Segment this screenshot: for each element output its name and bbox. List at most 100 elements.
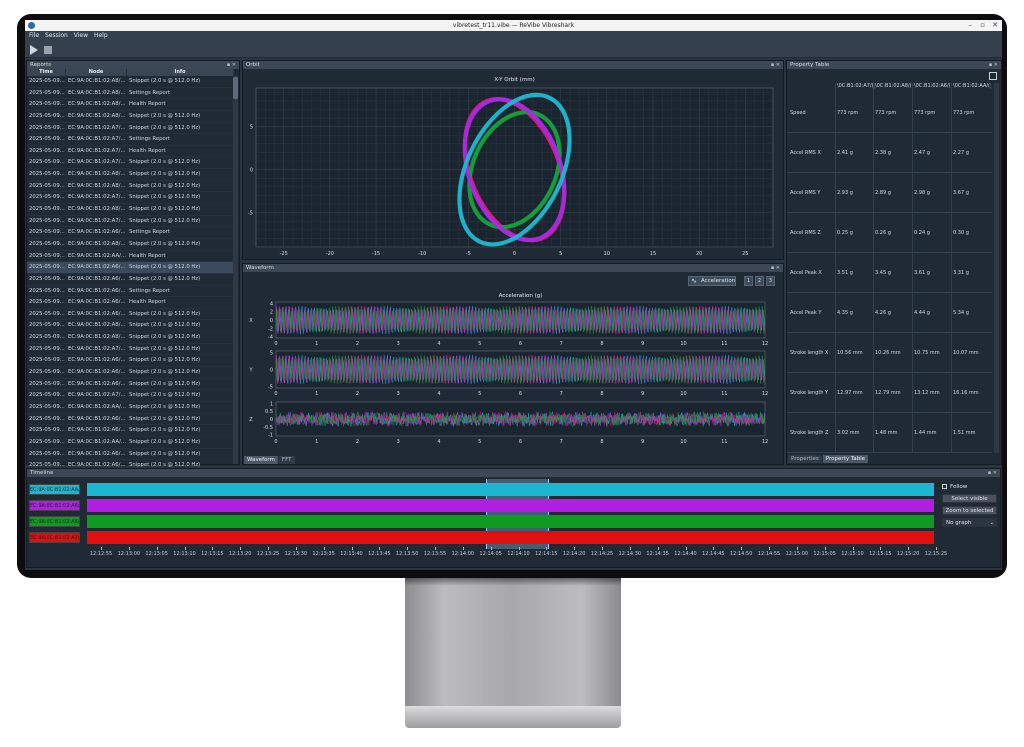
waveform-x-tick: 0 bbox=[274, 341, 277, 347]
menu-view[interactable]: View bbox=[74, 31, 88, 41]
report-row[interactable]: 2025-05-09... EC:9A:0C:B1:02:A6/... Snippe… bbox=[27, 379, 234, 391]
stop-icon[interactable] bbox=[44, 46, 52, 54]
dock-controls[interactable]: ▪ ✕ bbox=[771, 264, 780, 272]
property-col-header[interactable]: \0C:B1:02:AA/() bbox=[953, 83, 991, 89]
dock-controls[interactable]: ▪ ✕ bbox=[988, 469, 997, 477]
minimize-icon[interactable]: – bbox=[969, 22, 973, 29]
report-row[interactable]: 2025-05-09... EC:9A:0C:B1:02:A7/... Snippe… bbox=[27, 390, 234, 402]
report-row[interactable]: 2025-05-09... EC:9A:0C:B1:02:A6/... Settin… bbox=[27, 227, 234, 239]
timeline-tick-mark bbox=[657, 547, 659, 550]
property-row-label: Accel Peak X bbox=[790, 270, 822, 276]
select-visible-button[interactable]: Select visible bbox=[942, 494, 997, 503]
report-row[interactable]: 2025-05-09... EC:9A:0C:B1:02:A8/... Snippe… bbox=[27, 320, 234, 333]
report-row[interactable]: 2025-05-09... EC:9A:0C:B1:02:A6/... Snippe… bbox=[27, 274, 234, 286]
report-row[interactable]: 2025-05-09... EC:9A:0C:B1:02:AA/... Health… bbox=[27, 251, 234, 263]
timeline-tick-mark bbox=[713, 547, 715, 550]
sine-wave-icon: ∿ bbox=[691, 277, 697, 285]
col-header-info[interactable]: Info bbox=[127, 69, 234, 76]
zoom-to-selected-button[interactable]: Zoom to selected bbox=[942, 506, 997, 515]
property-col-header[interactable]: \0C:B1:02:A6/() bbox=[914, 83, 952, 89]
axis-button-3[interactable]: 3 bbox=[766, 276, 775, 286]
export-table-icon[interactable] bbox=[989, 72, 997, 80]
timeline-track-bar[interactable] bbox=[87, 515, 934, 528]
report-row[interactable]: 2025-05-09... EC:9A:0C:B1:02:A8/... Snippe… bbox=[27, 181, 234, 193]
report-row[interactable]: 2025-05-09... EC:9A:0C:B1:02:A6/... Snippe… bbox=[27, 425, 234, 437]
orbit-x-tick: 25 bbox=[742, 251, 748, 257]
report-time: 2025-05-09... bbox=[29, 101, 65, 108]
timeline-track-label[interactable]: EC:9A:0C:B1:02:A8/() bbox=[29, 516, 80, 527]
property-table-scrollbar[interactable] bbox=[994, 83, 999, 453]
waveform-x-tick: 4 bbox=[437, 341, 440, 347]
report-row[interactable]: 2025-05-09... EC:9A:0C:B1:02:A7/... Snippe… bbox=[27, 216, 234, 228]
report-row[interactable]: 2025-05-09... EC:9A:0C:B1:02:A8/... Settin… bbox=[27, 88, 234, 100]
timeline-tick-label: 12:14:20 bbox=[562, 551, 586, 557]
orbit-chart[interactable]: X-Y Orbit (mm) -25 -20 -15 -10 -5 0 5 10 15 20 25 5 0… bbox=[243, 70, 783, 260]
report-row[interactable]: 2025-05-09... EC:9A:0C:B1:02:A6/... Settin… bbox=[27, 286, 234, 298]
report-node: EC:9A:0C:B1:02:A8/... bbox=[68, 322, 126, 329]
waveform-x-tick: 8 bbox=[600, 341, 603, 347]
report-time: 2025-05-09... bbox=[29, 427, 65, 434]
report-row[interactable]: 2025-05-09... EC:9A:0C:B1:02:A8/... Snippe… bbox=[27, 111, 234, 123]
follow-checkbox[interactable]: Follow bbox=[942, 483, 1002, 492]
timeline-track-bar[interactable] bbox=[87, 483, 934, 496]
report-row[interactable]: 2025-05-09... EC:9A:0C:B1:02:A8/... Snippe… bbox=[27, 169, 234, 181]
property-col-header[interactable]: \0C:B1:02:A8/() bbox=[875, 83, 913, 89]
report-row[interactable]: 2025-05-09... EC:9A:0C:B1:02:A6/... Health… bbox=[27, 297, 234, 309]
timeline-track-label[interactable]: EC:9A:0C:B1:02:A7/() bbox=[29, 532, 80, 543]
dock-controls[interactable]: ▪ ✕ bbox=[771, 61, 780, 69]
menu-session[interactable]: Session bbox=[45, 31, 68, 41]
timeline-track-label[interactable]: EC:9A:0C:B1:02:AA/() bbox=[29, 484, 80, 495]
orbit-y-tick: 0 bbox=[250, 168, 253, 174]
report-row[interactable]: 2025-05-09... EC:9A:0C:B1:02:A8/... Health… bbox=[27, 99, 234, 111]
report-time: 2025-05-09... bbox=[29, 240, 65, 247]
close-icon[interactable]: ✕ bbox=[992, 22, 998, 29]
menu-help[interactable]: Help bbox=[94, 31, 108, 41]
report-row[interactable]: 2025-05-09... EC:9A:0C:B1:02:A7/... Snippe… bbox=[27, 192, 234, 205]
reports-scroll-thumb[interactable] bbox=[233, 77, 238, 99]
report-row[interactable]: 2025-05-09... EC:9A:0C:B1:02:A8/... Snippe… bbox=[27, 239, 234, 251]
maximize-icon[interactable]: ▫ bbox=[980, 22, 985, 29]
col-header-time[interactable]: Time bbox=[27, 69, 66, 76]
row-divider bbox=[787, 332, 992, 333]
waveform-chart[interactable]: Acceleration (g)X420-2-40 1 2 3 4 5 6 7 8 9 10 11 12… bbox=[243, 290, 783, 455]
timeline-track-label[interactable]: EC:9A:0C:B1:02:A6/() bbox=[29, 500, 80, 511]
waveform-x-tick: 5 bbox=[478, 439, 481, 445]
report-node: EC:9A:0C:B1:02:A7/... bbox=[68, 124, 126, 131]
tab-properties[interactable]: Properties bbox=[788, 455, 822, 463]
report-row[interactable]: 2025-05-09... EC:9A:0C:B1:02:A7/... Snippe… bbox=[27, 157, 234, 170]
menu-file[interactable]: File bbox=[29, 31, 39, 41]
report-row[interactable]: 2025-05-09... EC:9A:0C:B1:02:A6/... Snippe… bbox=[27, 367, 234, 379]
report-row[interactable]: 2025-05-09... EC:9A:0C:B1:02:A6/... Snippe… bbox=[27, 262, 234, 274]
row-divider bbox=[787, 292, 992, 293]
graph-select[interactable]: No graph ⌄ bbox=[942, 518, 997, 527]
report-row[interactable]: 2025-05-09... EC:9A:0C:B1:02:A8/... Snippe… bbox=[27, 332, 234, 344]
checkbox-icon[interactable] bbox=[942, 484, 947, 489]
signal-selector[interactable]: ∿ Acceleration bbox=[688, 276, 736, 286]
axis-button-1[interactable]: 1 bbox=[744, 276, 753, 286]
report-row[interactable]: 2025-05-09... EC:9A:0C:B1:02:AA/... Snippe… bbox=[27, 402, 234, 414]
report-row[interactable]: 2025-05-09... EC:9A:0C:B1:02:A7/... Settin… bbox=[27, 134, 234, 146]
report-row[interactable]: 2025-05-09... EC:9A:0C:B1:02:A6/... Snippe… bbox=[27, 449, 234, 461]
reports-scrollbar[interactable] bbox=[233, 76, 238, 464]
report-row[interactable]: 2025-05-09... EC:9A:0C:B1:02:A8/... Snippe… bbox=[27, 204, 234, 216]
report-row[interactable]: 2025-05-09... EC:9A:0C:B1:02:A7/... Snippe… bbox=[27, 123, 234, 135]
tab-property-table[interactable]: Property Table bbox=[822, 455, 869, 463]
report-row[interactable]: 2025-05-09... EC:9A:0C:B1:02:AA/... Snippe… bbox=[27, 437, 234, 449]
dock-controls[interactable]: ▪ ✕ bbox=[989, 61, 998, 69]
tab-waveform[interactable]: Waveform bbox=[244, 456, 278, 464]
report-row[interactable]: 2025-05-09... EC:9A:0C:B1:02:A8/... Snippe… bbox=[27, 76, 234, 88]
property-col-header[interactable]: \0C:B1:02:A7/() bbox=[837, 83, 875, 89]
timeline-track-bar[interactable] bbox=[87, 499, 934, 512]
report-row[interactable]: 2025-05-09... EC:9A:0C:B1:02:A7/... Snippe… bbox=[27, 344, 234, 356]
dock-controls[interactable]: ▪ ✕ bbox=[227, 61, 236, 69]
axis-button-2[interactable]: 2 bbox=[755, 276, 764, 286]
report-row[interactable]: 2025-05-09... EC:9A:0C:B1:02:A6/... Snippe… bbox=[27, 309, 234, 321]
col-header-node[interactable]: Node bbox=[66, 69, 127, 76]
timeline-track-bar[interactable] bbox=[87, 531, 934, 544]
report-row[interactable]: 2025-05-09... EC:9A:0C:B1:02:A6/... Snippe… bbox=[27, 414, 234, 426]
report-row[interactable]: 2025-05-09... EC:9A:0C:B1:02:A7/... Health… bbox=[27, 146, 234, 158]
report-row[interactable]: 2025-05-09... EC:9A:0C:B1:02:A6/... Snippe… bbox=[27, 355, 234, 368]
report-info: Settings Report bbox=[129, 136, 170, 143]
play-icon[interactable] bbox=[30, 45, 38, 55]
tab-fft[interactable]: FFT bbox=[278, 456, 295, 464]
